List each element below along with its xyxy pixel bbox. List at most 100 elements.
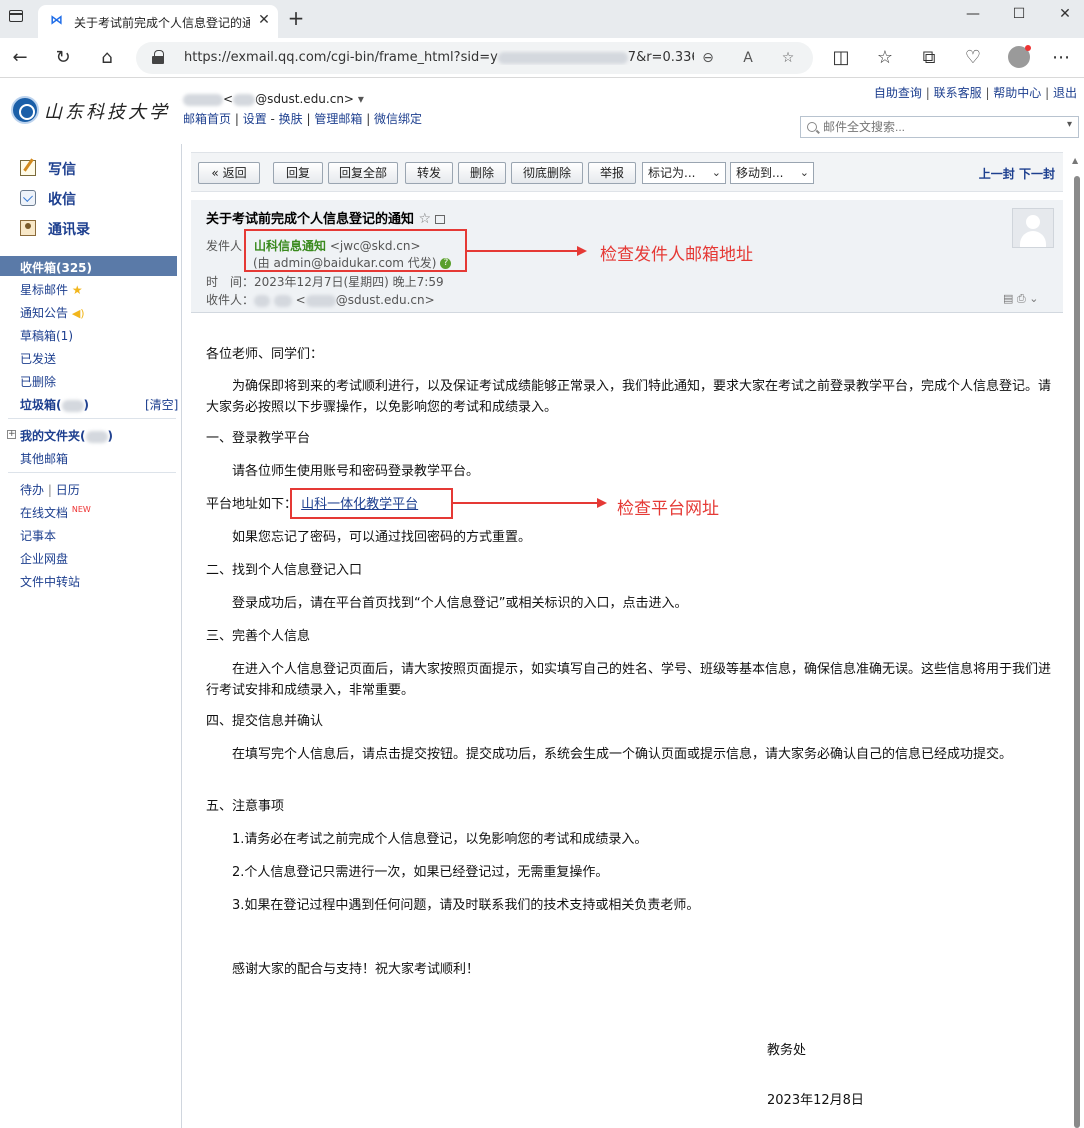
favorites-icon[interactable]: ☆ (873, 46, 897, 70)
tab-actions-icon[interactable] (9, 10, 23, 22)
sidebar-item-todo[interactable]: 待办 (20, 483, 44, 497)
section-4-title: 四、提交信息并确认 (206, 714, 324, 729)
forward-button[interactable]: 转发 (405, 162, 453, 184)
manage-mailbox-link[interactable]: 管理邮箱 (314, 112, 362, 126)
search-options-chevron-icon[interactable]: ▾ (1067, 119, 1072, 130)
wechat-bind-link[interactable]: 微信绑定 (374, 112, 422, 126)
mail-home-link[interactable]: 邮箱首页 (183, 112, 231, 126)
lock-icon[interactable] (152, 50, 164, 64)
chevron-down-icon: ⌄ (799, 166, 809, 179)
skin-link[interactable]: 换肤 (279, 112, 303, 126)
expand-folders-icon[interactable]: + (7, 430, 16, 439)
mail-subject-text: 关于考试前完成个人信息登记的通知 (206, 212, 415, 227)
sidebar-item-online-docs[interactable]: 在线文档 NEW (20, 504, 91, 521)
report-button[interactable]: 举报 (588, 162, 636, 184)
permanent-delete-button[interactable]: 彻底删除 (511, 162, 583, 184)
logout-link[interactable]: 退出 (1053, 86, 1077, 100)
account-links: 邮箱首页 | 设置 - 换肤 | 管理邮箱 | 微信绑定 (183, 112, 423, 126)
split-screen-icon[interactable]: ◫ (829, 46, 853, 70)
mark-as-dropdown[interactable]: 标记为... ⌄ (642, 162, 726, 184)
inbox-label: 收件箱(325) (20, 261, 93, 275)
prev-mail-link[interactable]: 上一封 (979, 167, 1015, 181)
sidebar-item-calendar[interactable]: 日历 (56, 483, 80, 497)
sidebar-item-sent[interactable]: 已发送 (20, 350, 56, 367)
sidebar-tools-todo-calendar: 待办 | 日历 (20, 483, 80, 497)
sidebar-item-inbox[interactable]: 收件箱(325) (0, 256, 177, 276)
annotation-arrow-head (597, 498, 607, 508)
browser-tab[interactable]: ⋈ 关于考试前完成个人信息登记的通知 ✕ (38, 5, 278, 38)
favorite-star-icon[interactable]: ☆ (778, 48, 798, 68)
university-logo-icon (11, 96, 39, 124)
sidebar-item-drafts[interactable]: 草稿箱(1) (20, 327, 73, 344)
recipient-line: 收件人： < @sdust.edu.cn> (206, 293, 435, 307)
to-label: 收件人： (206, 293, 255, 307)
receive-label: 收信 (48, 192, 76, 208)
next-mail-link[interactable]: 下一封 (1019, 167, 1055, 181)
compose-icon (20, 160, 36, 176)
note-2: 2.个人信息登记只需进行一次，如果已经登记过，无需重复操作。 (232, 865, 609, 880)
url-text: https://exmail.qq.com/cgi-bin/frame_html… (184, 50, 694, 65)
contact-support-link[interactable]: 联系客服 (934, 86, 982, 100)
browser-essentials-icon[interactable]: ♡ (961, 46, 985, 70)
page-scrollbar[interactable]: ▲ (1070, 152, 1084, 1128)
sidebar-item-spam[interactable]: 垃圾箱() (20, 396, 89, 413)
settings-link[interactable]: 设置 (243, 112, 267, 126)
annotation-sender-note: 检查发件人邮箱地址 (600, 245, 753, 265)
sidebar-divider (8, 472, 176, 473)
starred-label: 星标邮件 (20, 283, 69, 297)
compose-button[interactable]: 写信 (20, 158, 170, 180)
reply-button[interactable]: 回复 (273, 162, 323, 184)
university-logo-text: 山东科技大学 (44, 102, 170, 123)
close-window-icon[interactable]: ✕ (1050, 4, 1080, 24)
more-menu-icon[interactable]: ⋯ (1049, 46, 1073, 70)
sidebar-item-notes[interactable]: 记事本 (20, 527, 56, 544)
move-to-dropdown[interactable]: 移动到... ⌄ (730, 162, 814, 184)
receive-icon (20, 190, 36, 206)
clear-spam-link[interactable]: [清空] (145, 396, 178, 413)
close-tab-icon[interactable]: ✕ (255, 11, 273, 29)
sidebar-item-starred[interactable]: 星标邮件 ★ (20, 281, 83, 298)
contacts-button[interactable]: 通讯录 (20, 218, 170, 240)
sidebar-item-my-folders[interactable]: 我的文件夹() (20, 427, 113, 444)
search-icon[interactable] (807, 122, 817, 132)
section-1-text: 请各位师生使用账号和密码登录教学平台。 (232, 464, 480, 479)
sidebar-item-deleted[interactable]: 已删除 (20, 373, 56, 390)
contacts-label: 通讯录 (48, 222, 90, 238)
popout-icon[interactable] (435, 215, 446, 224)
browser-address-bar: ← ↻ ⌂ https://exmail.qq.com/cgi-bin/fram… (0, 38, 1084, 78)
scroll-up-icon[interactable]: ▲ (1072, 156, 1078, 165)
minimize-icon[interactable]: — (958, 4, 988, 24)
receive-button[interactable]: 收信 (20, 188, 170, 210)
star-outline-icon[interactable]: ☆ (419, 211, 432, 227)
scrollbar-thumb[interactable] (1074, 176, 1080, 1128)
print-icon[interactable]: ⎙ (1017, 292, 1026, 305)
back-icon[interactable]: ← (8, 46, 32, 70)
mail-pager: 上一封 下一封 (979, 165, 1055, 182)
refresh-icon[interactable]: ↻ (51, 46, 75, 70)
read-aloud-icon[interactable]: A (738, 48, 758, 68)
mail-search-input[interactable] (823, 119, 1053, 135)
annotation-link-note: 检查平台网址 (617, 499, 719, 519)
sidebar-item-file-transfer[interactable]: 文件中转站 (20, 573, 80, 590)
sidebar-item-enterprise-disk[interactable]: 企业网盘 (20, 550, 68, 567)
contacts-icon (20, 220, 36, 236)
self-service-link[interactable]: 自助查询 (874, 86, 922, 100)
text-view-icon[interactable]: ▤ (1003, 292, 1013, 305)
new-tab-button[interactable]: + (285, 7, 307, 29)
expand-chevron-icon[interactable]: ⌄ (1029, 292, 1038, 305)
collections-icon[interactable]: ⧉ (917, 46, 941, 70)
sidebar-item-notices[interactable]: 通知公告 ◀) (20, 304, 85, 321)
mail-time: 2023年12月7日(星期四) 晚上7:59 (254, 275, 444, 289)
maximize-icon[interactable]: ☐ (1004, 4, 1034, 24)
reply-all-button[interactable]: 回复全部 (328, 162, 398, 184)
signature-date: 2023年12月8日 (767, 1093, 864, 1108)
sidebar-item-other-mailbox[interactable]: 其他邮箱 (20, 450, 68, 467)
back-button[interactable]: « 返回 (198, 162, 260, 184)
zoom-icon[interactable]: ⊖ (698, 48, 718, 68)
annotation-box-sender (244, 229, 467, 272)
home-icon[interactable]: ⌂ (95, 46, 119, 70)
delete-button[interactable]: 删除 (458, 162, 506, 184)
mail-toolbar: « 返回 回复 回复全部 转发 删除 彻底删除 举报 标记为... ⌄ 移动到..… (191, 152, 1063, 192)
help-center-link[interactable]: 帮助中心 (993, 86, 1041, 100)
url-field[interactable]: https://exmail.qq.com/cgi-bin/frame_html… (136, 42, 813, 74)
